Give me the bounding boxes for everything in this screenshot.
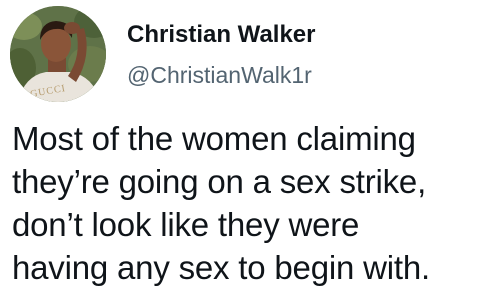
tweet-text: Most of the women claiming they’re going… bbox=[12, 117, 498, 289]
author-display-name[interactable]: Christian Walker bbox=[127, 21, 316, 49]
tweet-card: GUCCI Christian Walker @ChristianWalk1r … bbox=[0, 0, 500, 297]
tweet-text-line: they’re going on a sex strike, bbox=[12, 163, 427, 200]
author-avatar[interactable]: GUCCI bbox=[10, 6, 106, 102]
tweet-text-line: don’t look like they were bbox=[12, 206, 360, 243]
tweet-text-line: Most of the women claiming bbox=[12, 120, 416, 157]
tweet-text-line: having any sex to begin with. bbox=[12, 249, 430, 286]
author-handle[interactable]: @ChristianWalk1r bbox=[127, 61, 312, 89]
